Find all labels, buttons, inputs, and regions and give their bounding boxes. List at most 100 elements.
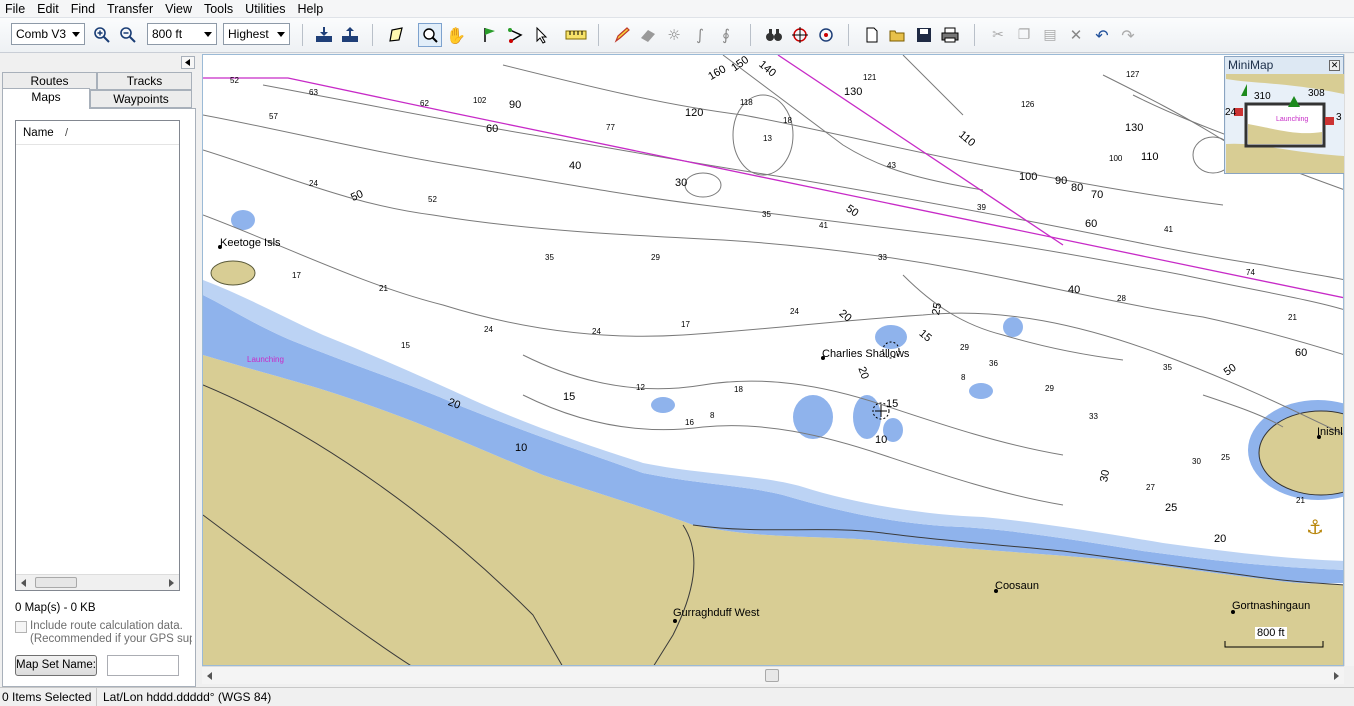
place-gurraghduff-west[interactable]: Gurraghduff West — [673, 607, 759, 619]
menu-view[interactable]: View — [160, 0, 199, 17]
receive-icon — [316, 27, 332, 42]
launching-label[interactable]: Launching — [247, 355, 284, 364]
depth-label: 118 — [740, 98, 753, 107]
new-button[interactable] — [860, 23, 884, 47]
depth-label: 126 — [1021, 100, 1035, 109]
find-places-button[interactable] — [610, 23, 634, 47]
depth-label: 36 — [989, 359, 998, 368]
map-tool-button[interactable] — [384, 23, 408, 47]
minimap-canvas[interactable] — [1226, 74, 1344, 173]
depth-label: 17 — [681, 320, 690, 329]
zoom-scale-select[interactable]: 800 ft — [147, 23, 217, 45]
depth-label: 29 — [651, 253, 660, 262]
shoal — [651, 397, 675, 413]
minimap-panel[interactable]: MiniMap ✕ 310 308 24 3 Launching — [1224, 56, 1344, 174]
zoom-in-button[interactable] — [90, 23, 114, 47]
depth-label: 35 — [545, 253, 554, 262]
depth-label: 63 — [309, 88, 318, 97]
toolbar-separator — [598, 24, 599, 46]
send-to-device-button[interactable] — [338, 23, 362, 47]
depth-label: 8 — [710, 411, 715, 420]
depth-label: 21 — [1296, 496, 1305, 505]
keetoge-island — [210, 260, 256, 286]
column-header-name[interactable]: Name — [23, 127, 54, 139]
detail-select[interactable]: Highest — [223, 23, 290, 45]
find-waypoint-button[interactable] — [814, 23, 838, 47]
place-keetoge-isls[interactable]: Keetoge Isls — [220, 237, 281, 249]
tab-maps[interactable]: Maps — [2, 88, 90, 109]
depth-label: 28 — [1117, 294, 1126, 303]
selection-tool-button[interactable] — [530, 23, 554, 47]
find-button[interactable] — [762, 23, 786, 47]
find-nearest-button[interactable] — [788, 23, 812, 47]
map-view[interactable]: Keetoge Isls Charlies Shallows Gurraghdu… — [202, 54, 1344, 666]
scroll-left-icon — [21, 579, 26, 587]
undo-button[interactable]: ↶ — [1090, 23, 1114, 47]
map-horizontal-scrollbar[interactable] — [202, 666, 1344, 684]
maps-list[interactable]: Name / — [15, 120, 180, 591]
save-icon — [917, 28, 931, 42]
place-charlies-shallows[interactable]: Charlies Shallows — [822, 348, 909, 360]
depth-label: 120 — [685, 107, 704, 119]
folder-open-icon — [889, 30, 905, 42]
depth-label: 30 — [1192, 457, 1201, 466]
map-set-name-button[interactable]: Map Set Name: — [15, 655, 97, 676]
delete-button[interactable]: ✕ — [1064, 23, 1088, 47]
hand-icon: ✋ — [446, 25, 466, 45]
minimap-close-button[interactable]: ✕ — [1329, 60, 1340, 71]
menu-tools[interactable]: Tools — [199, 0, 240, 17]
tab-waypoints[interactable]: Waypoints — [90, 90, 192, 108]
map-scroll-thumb[interactable] — [765, 669, 779, 682]
delete-icon: ✕ — [1069, 26, 1083, 44]
erase-button[interactable] — [636, 23, 660, 47]
depth-label: 24 — [484, 325, 493, 334]
menu-edit[interactable]: Edit — [32, 0, 66, 17]
map-product-select[interactable]: Comb V3 — [11, 23, 85, 45]
include-route-checkbox[interactable] — [15, 621, 27, 633]
open-button[interactable] — [886, 23, 910, 47]
trackback-button[interactable]: ∫ — [688, 23, 712, 47]
waypoint-tool-button[interactable] — [478, 23, 502, 47]
depth-label: 33 — [1089, 412, 1098, 421]
minimap-depth-label: 310 — [1254, 91, 1271, 102]
zoom-tool-button[interactable] — [418, 23, 442, 47]
anchor-icon[interactable]: ⚓ — [1306, 515, 1324, 539]
track-edit-button[interactable]: ∮ — [714, 23, 738, 47]
minimap-depth-label: 3 — [1336, 112, 1342, 123]
place-inishla[interactable]: Inishla — [1317, 426, 1343, 438]
place-marker[interactable] — [673, 619, 677, 623]
menu-utilities[interactable]: Utilities — [240, 0, 292, 17]
chart-canvas[interactable] — [203, 55, 1344, 666]
paste-button[interactable]: ▤ — [1038, 23, 1062, 47]
zoom-out-button[interactable] — [116, 23, 140, 47]
menu-find[interactable]: Find — [66, 0, 102, 17]
track-tool-button[interactable]: ☼ — [662, 23, 686, 47]
place-coosaun[interactable]: Coosaun — [995, 580, 1039, 592]
route-line[interactable] — [203, 55, 1344, 299]
collapse-panel-button[interactable] — [181, 56, 195, 69]
list-horizontal-scrollbar[interactable] — [16, 574, 179, 590]
measure-tool-button[interactable] — [564, 23, 588, 47]
route-tool-button[interactable] — [504, 23, 528, 47]
map-vertical-scrollbar[interactable] — [1344, 54, 1354, 666]
scroll-right-icon[interactable] — [1332, 672, 1340, 680]
depth-label: 80 — [1071, 182, 1084, 194]
print-button[interactable] — [938, 23, 962, 47]
scroll-left-icon[interactable] — [206, 672, 214, 680]
map-set-name-input[interactable] — [107, 655, 179, 676]
list-scroll-thumb[interactable] — [35, 577, 77, 588]
depth-label: 17 — [292, 271, 301, 280]
redo-button[interactable]: ↷ — [1116, 23, 1140, 47]
save-button[interactable] — [912, 23, 936, 47]
menu-file[interactable]: File — [0, 0, 32, 17]
tab-tracks[interactable]: Tracks — [97, 72, 192, 90]
cut-button[interactable]: ✂ — [986, 23, 1010, 47]
pan-tool-button[interactable]: ✋ — [444, 23, 468, 47]
place-gortnashingaun[interactable]: Gortnashingaun — [1232, 600, 1310, 612]
menu-help[interactable]: Help — [292, 0, 330, 17]
depth-label: 43 — [887, 161, 896, 170]
minimap-launching-label: Launching — [1276, 116, 1309, 123]
receive-from-device-button[interactable] — [312, 23, 336, 47]
menu-transfer[interactable]: Transfer — [102, 0, 160, 17]
copy-button[interactable]: ❐ — [1012, 23, 1036, 47]
